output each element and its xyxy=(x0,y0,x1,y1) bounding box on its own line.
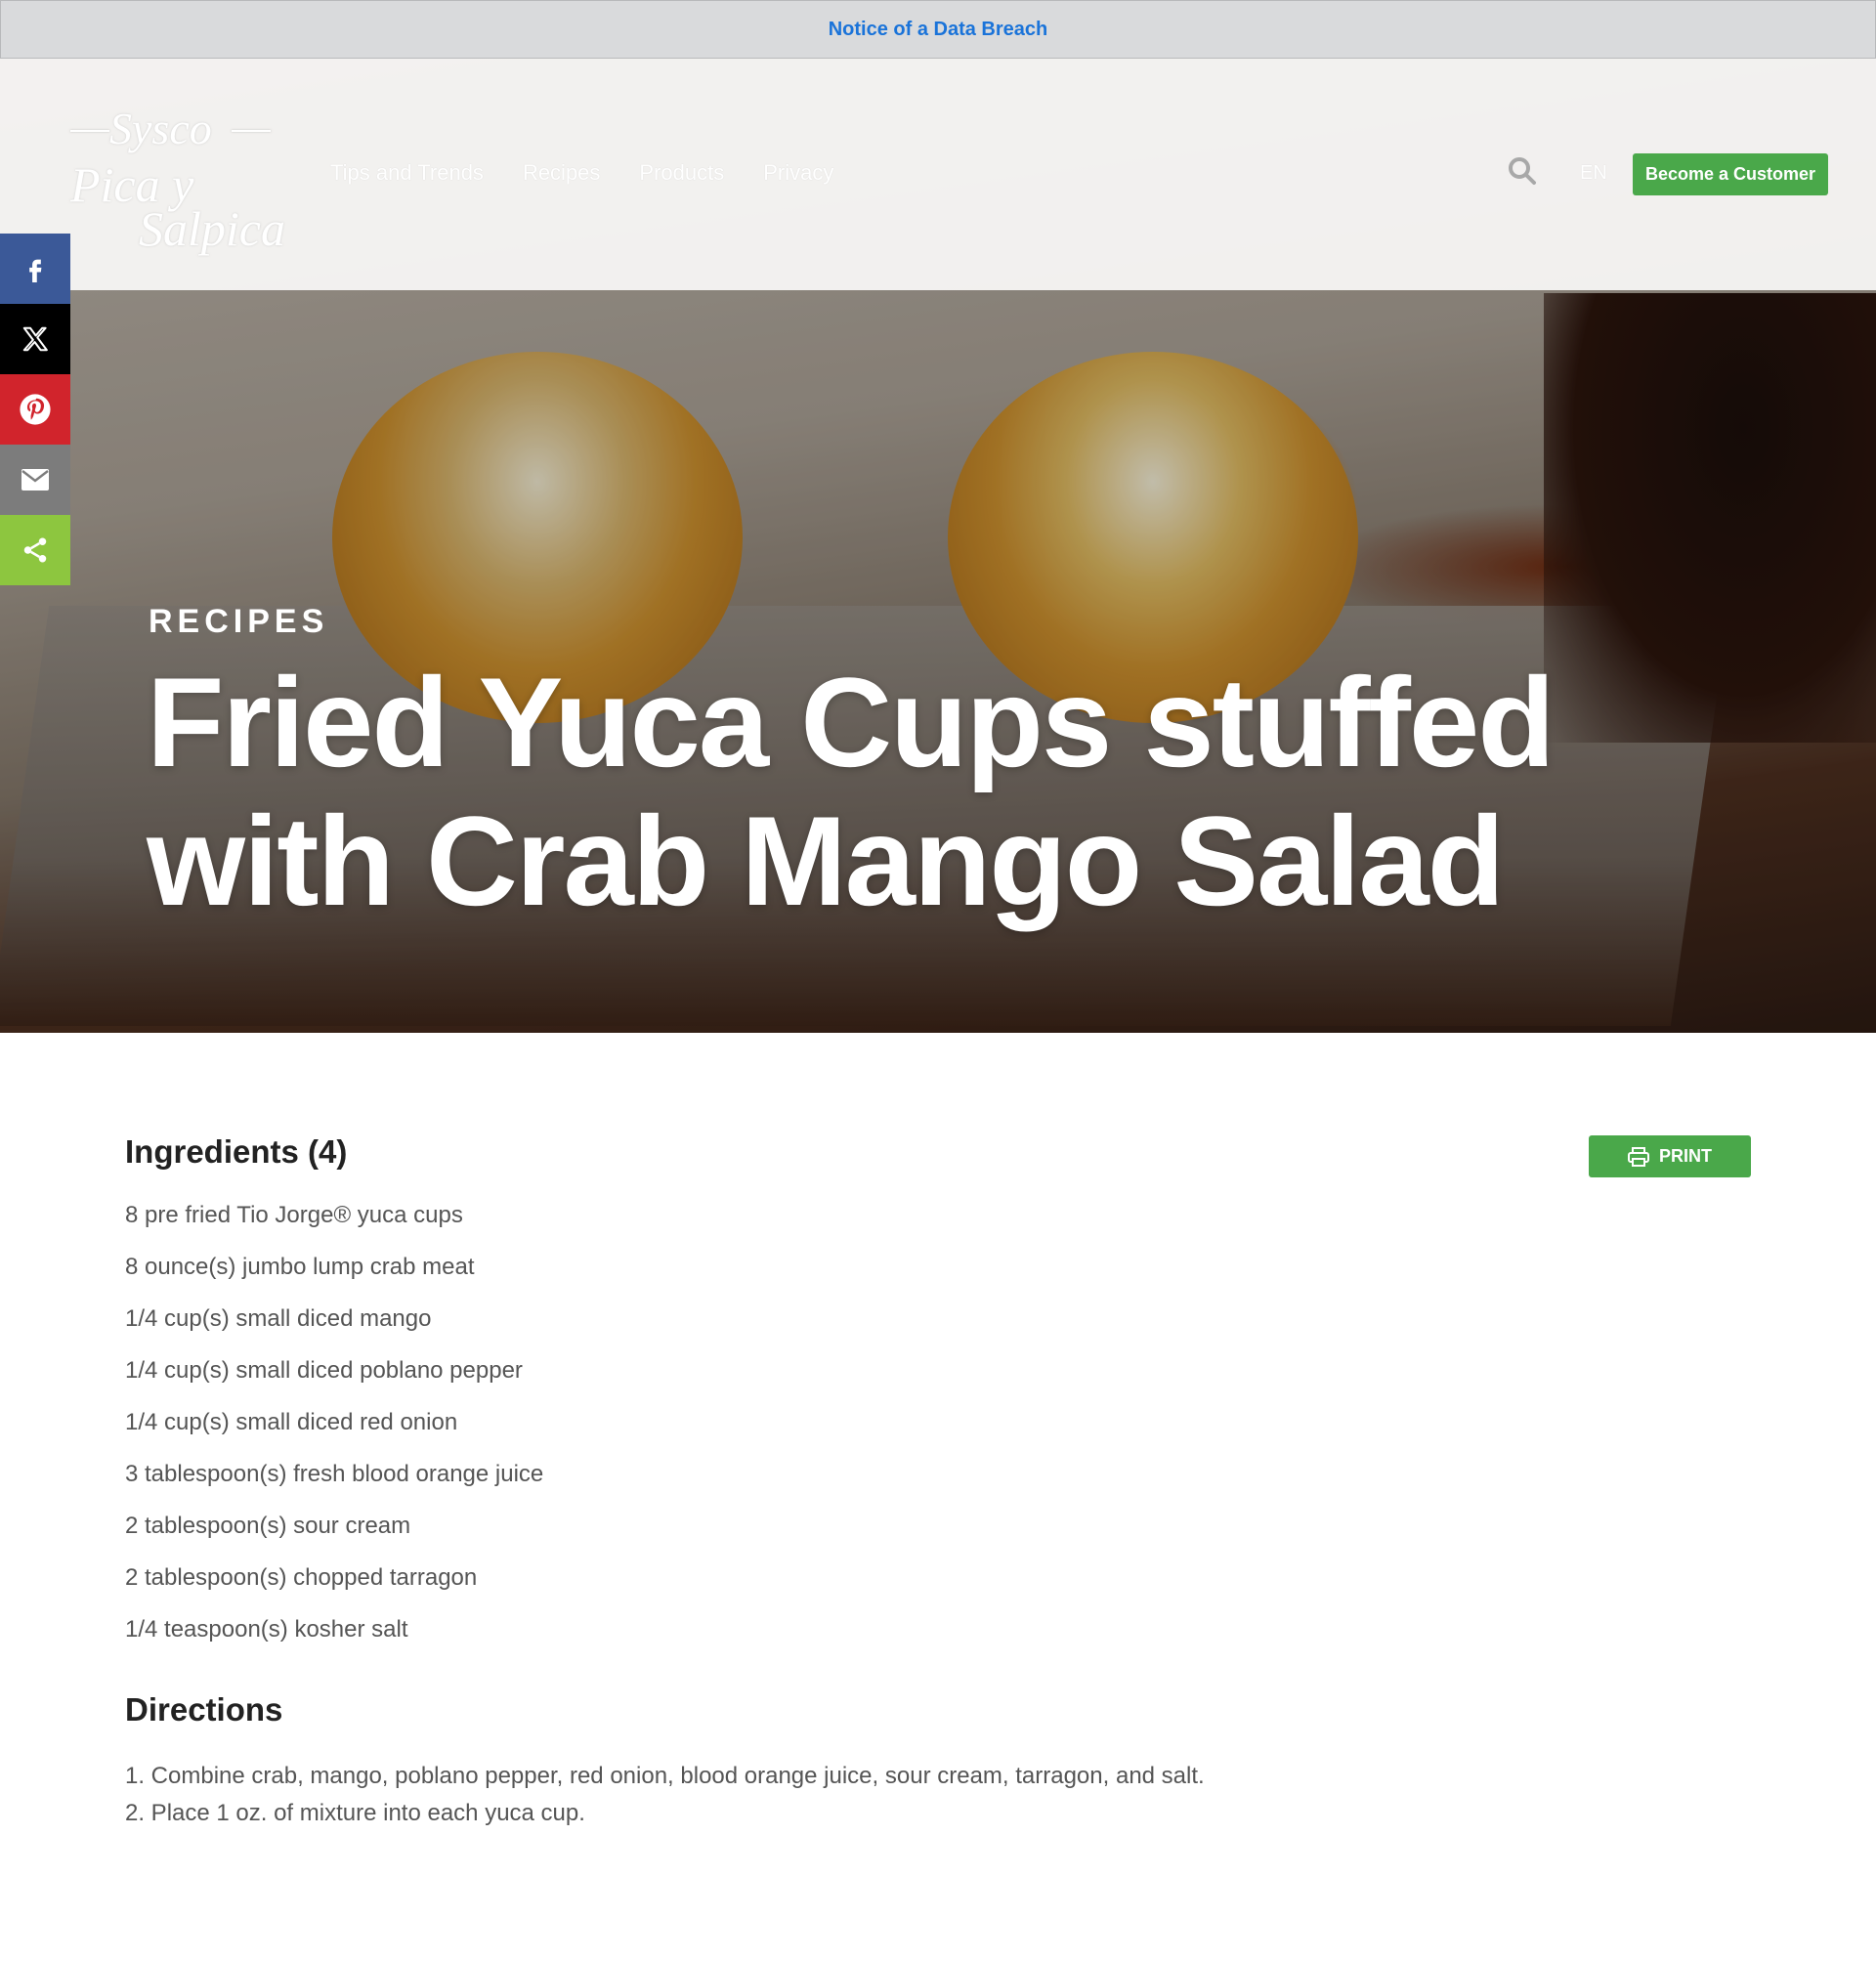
ingredient-item: 1/4 cup(s) small diced poblano pepper xyxy=(125,1357,523,1384)
ingredient-item: 8 ounce(s) jumbo lump crab meat xyxy=(125,1254,475,1280)
printer-icon xyxy=(1628,1146,1649,1167)
hero-category-label: RECIPES xyxy=(149,603,329,640)
ingredient-item: 3 tablespoon(s) fresh blood orange juice xyxy=(125,1461,544,1487)
main-nav: Tips and Trends Recipes Products Privacy xyxy=(330,160,833,186)
nav-item-recipes[interactable]: Recipes xyxy=(523,160,600,186)
ingredient-item: 8 pre fried Tio Jorge® yuca cups xyxy=(125,1202,463,1228)
directions-heading: Directions xyxy=(125,1691,283,1728)
more-share-button[interactable] xyxy=(0,515,70,585)
data-breach-notice-link[interactable]: Notice of a Data Breach xyxy=(829,19,1048,41)
ingredient-item: 2 tablespoon(s) sour cream xyxy=(125,1513,411,1539)
pinterest-share-button[interactable] xyxy=(0,374,70,445)
ingredient-item: 1/4 teaspoon(s) kosher salt xyxy=(125,1616,408,1643)
ingredient-item: 1/4 cup(s) small diced mango xyxy=(125,1305,432,1332)
pinterest-icon xyxy=(20,394,51,425)
directions-list: 1. Combine crab, mango, poblano pepper, … xyxy=(125,1758,1751,1832)
nav-item-tips-and-trends[interactable]: Tips and Trends xyxy=(330,160,484,186)
logo-line-1: Sysco xyxy=(109,104,212,153)
email-icon xyxy=(21,469,49,491)
print-button[interactable]: PRINT xyxy=(1589,1135,1751,1177)
logo-rule-right xyxy=(232,130,271,132)
x-icon xyxy=(22,326,48,352)
nav-item-privacy[interactable]: Privacy xyxy=(763,160,833,186)
search-icon xyxy=(1509,157,1536,185)
social-share-bar xyxy=(0,234,70,585)
ingredients-list: 8 pre fried Tio Jorge® yuca cups 8 ounce… xyxy=(125,1200,1751,1666)
search-button[interactable] xyxy=(1508,156,1541,190)
nav-item-products[interactable]: Products xyxy=(639,160,724,186)
ingredients-heading: Ingredients (4) xyxy=(125,1133,348,1170)
x-share-button[interactable] xyxy=(0,304,70,374)
recipe-content: Ingredients (4) PRINT 8 pre fried Tio Jo… xyxy=(125,1133,1751,1832)
language-selector[interactable]: EN xyxy=(1580,162,1607,185)
direction-step: 2. Place 1 oz. of mixture into each yuca… xyxy=(125,1800,585,1826)
recipe-title: Fried Yuca Cups stuffed with Crab Mango … xyxy=(147,651,1556,932)
become-a-customer-button[interactable]: Become a Customer xyxy=(1633,153,1828,195)
logo-line-3: Salpica xyxy=(139,201,285,256)
ingredient-item: 2 tablespoon(s) chopped tarragon xyxy=(125,1564,478,1591)
email-share-button[interactable] xyxy=(0,445,70,515)
facebook-share-button[interactable] xyxy=(0,234,70,304)
site-logo[interactable]: Sysco Pica y Salpica xyxy=(61,103,285,308)
facebook-icon xyxy=(29,259,42,282)
ingredient-item: 1/4 cup(s) small diced red onion xyxy=(125,1409,458,1435)
logo-rule-left xyxy=(70,130,109,132)
print-label: PRINT xyxy=(1659,1146,1712,1166)
notice-bar: Notice of a Data Breach xyxy=(0,0,1876,59)
share-icon xyxy=(23,537,47,563)
direction-step: 1. Combine crab, mango, poblano pepper, … xyxy=(125,1763,1205,1789)
